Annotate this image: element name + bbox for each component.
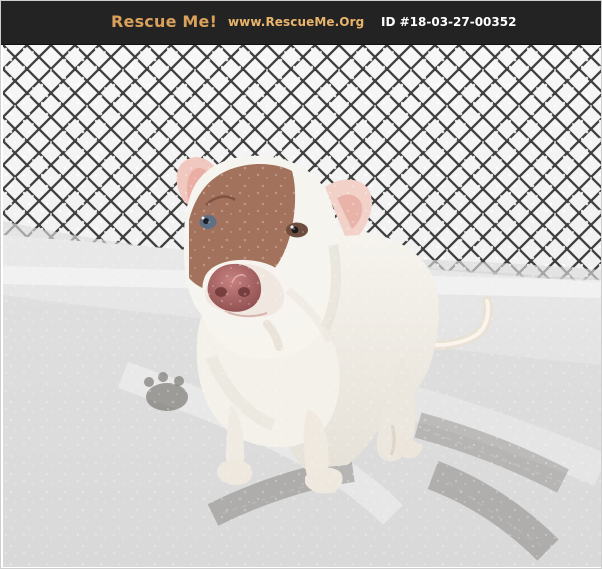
rescue-card: Rescue Me! www.RescueMe.Org ID #18-03-27… bbox=[0, 0, 602, 569]
header-bar: Rescue Me! www.RescueMe.Org ID #18-03-27… bbox=[1, 1, 601, 45]
website-link[interactable]: www.RescueMe.Org bbox=[228, 15, 364, 29]
dog-photo bbox=[3, 45, 601, 567]
dog-photo-illustration bbox=[3, 45, 601, 567]
listing-id: ID #18-03-27-00352 bbox=[381, 15, 517, 29]
brand-logo-text[interactable]: Rescue Me! bbox=[111, 12, 217, 31]
